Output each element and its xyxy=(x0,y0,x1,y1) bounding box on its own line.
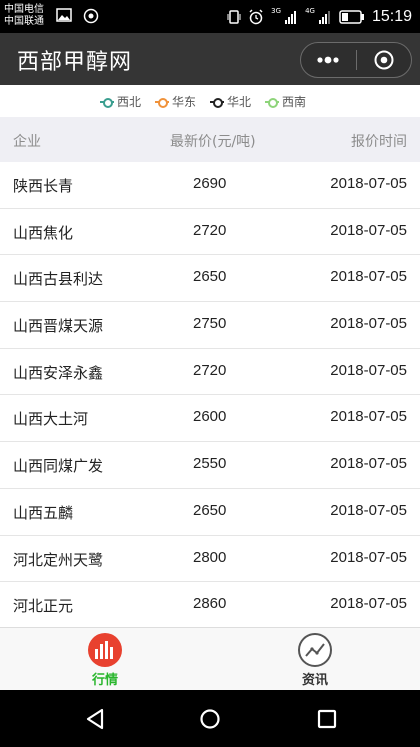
cell-time: 2018-07-05 xyxy=(330,548,407,566)
legend-item-northwest[interactable]: 西北 xyxy=(100,93,141,110)
table-row[interactable]: 山西五麟 2650 2018-07-05 xyxy=(0,489,420,536)
back-icon[interactable] xyxy=(84,708,106,730)
carrier-2: 中国联通 xyxy=(4,16,44,27)
table-row[interactable]: 山西安泽永鑫 2720 2018-07-05 xyxy=(0,349,420,396)
legend-marker-icon xyxy=(265,97,280,108)
legend-marker-icon xyxy=(155,97,170,108)
carrier-info: 中国电信 中国联通 xyxy=(4,4,44,28)
carrier-1: 中国电信 xyxy=(4,4,44,15)
table-row[interactable]: 山西焦化 2720 2018-07-05 xyxy=(0,209,420,256)
recents-icon[interactable] xyxy=(316,708,338,730)
table-row[interactable]: 陕西长青 2690 2018-07-05 xyxy=(0,162,420,209)
cell-company: 河北正元 xyxy=(13,597,74,616)
close-circle-icon xyxy=(374,50,394,70)
cell-time: 2018-07-05 xyxy=(330,221,407,239)
cell-company: 山西大土河 xyxy=(13,410,89,429)
trend-line-icon xyxy=(298,633,332,667)
status-bar: 中国电信 中国联通 3G 4G 15:19 xyxy=(0,0,420,33)
cell-time: 2018-07-05 xyxy=(330,455,407,473)
price-table[interactable]: 陕西长青 2690 2018-07-05 山西焦化 2720 2018-07-05 山西… xyxy=(0,162,420,627)
tab-news[interactable]: 资讯 xyxy=(275,633,355,688)
table-row[interactable]: 山西同煤广发 2550 2018-07-05 xyxy=(0,442,420,489)
legend-item-east[interactable]: 华东 xyxy=(155,93,196,110)
table-row[interactable]: 山西晋煤天源 2750 2018-07-05 xyxy=(0,302,420,349)
more-dots-icon xyxy=(317,56,339,64)
cell-price: 2750 xyxy=(193,315,227,333)
chart-legend: 西北 华东 华北 西南 xyxy=(0,85,420,117)
table-row[interactable]: 河北定州天鹭 2800 2018-07-05 xyxy=(0,536,420,583)
cell-time: 2018-07-05 xyxy=(330,315,407,333)
legend-marker-icon xyxy=(210,97,225,108)
table-row[interactable]: 山西大土河 2600 2018-07-05 xyxy=(0,395,420,443)
cell-price: 2800 xyxy=(193,548,227,566)
system-nav-bar xyxy=(0,690,420,747)
tab-market[interactable]: 行情 xyxy=(65,633,145,688)
tab-market-label: 行情 xyxy=(91,673,118,688)
cell-price: 2860 xyxy=(193,595,227,613)
page-title: 西部甲醇网 xyxy=(17,50,133,75)
cell-company: 山西安泽永鑫 xyxy=(13,363,104,382)
market-chart-icon xyxy=(88,633,122,667)
cell-price: 2550 xyxy=(193,455,227,473)
cell-company: 陕西长青 xyxy=(13,177,74,195)
table-row[interactable]: 河北正元 2860 2018-07-05 xyxy=(0,582,420,627)
cell-price: 2650 xyxy=(193,501,227,519)
image-icon xyxy=(56,8,72,22)
net-4g-label: 4G xyxy=(305,6,315,15)
header-time: 报价时间 xyxy=(351,134,407,150)
more-button[interactable] xyxy=(301,43,356,77)
cell-time: 2018-07-05 xyxy=(330,175,407,192)
legend-label: 西北 xyxy=(117,95,142,109)
legend-marker-icon xyxy=(100,97,114,108)
legend-label: 西南 xyxy=(282,95,307,109)
cell-price: 2600 xyxy=(193,408,227,426)
cell-time: 2018-07-05 xyxy=(330,408,407,426)
cell-price: 2720 xyxy=(193,221,227,239)
cell-company: 山西同煤广发 xyxy=(13,457,104,476)
legend-label: 华东 xyxy=(172,95,197,109)
cell-company: 河北定州天鹭 xyxy=(13,550,104,569)
cell-time: 2018-07-05 xyxy=(330,361,407,379)
vibrate-icon xyxy=(227,9,241,24)
cell-time: 2018-07-05 xyxy=(330,268,407,286)
home-icon[interactable] xyxy=(199,708,221,730)
tab-bar: 行情 资讯 xyxy=(0,627,420,690)
cell-company: 山西焦化 xyxy=(13,223,74,242)
net-3g-label: 3G xyxy=(271,6,282,15)
status-right: 3G 4G 15:19 xyxy=(227,0,412,33)
table-header: 企业 最新价(元/吨) 报价时间 xyxy=(0,117,420,162)
header-company: 企业 xyxy=(13,134,41,150)
legend-label: 华北 xyxy=(227,95,252,109)
cell-company: 山西晋煤天源 xyxy=(13,317,104,336)
wechat-notify-icon xyxy=(83,8,99,24)
cell-company: 山西古县利达 xyxy=(13,270,104,289)
cell-time: 2018-07-05 xyxy=(330,501,407,519)
cell-price: 2720 xyxy=(193,361,227,379)
battery-icon xyxy=(339,9,364,24)
cell-time: 2018-07-05 xyxy=(330,595,407,613)
table-row[interactable]: 山西古县利达 2650 2018-07-05 xyxy=(0,255,420,303)
cell-price: 2690 xyxy=(193,175,227,192)
alarm-icon xyxy=(249,8,263,24)
header-price: 最新价(元/吨) xyxy=(170,134,256,150)
cell-price: 2650 xyxy=(193,268,227,286)
legend-item-north[interactable]: 华北 xyxy=(210,93,251,110)
title-bar: 西部甲醇网 xyxy=(0,33,420,85)
close-button[interactable] xyxy=(356,43,411,77)
cell-company: 山西五麟 xyxy=(13,503,74,522)
tab-news-label: 资讯 xyxy=(301,673,328,688)
clock: 15:19 xyxy=(371,7,412,25)
miniprogram-capsule xyxy=(300,42,412,78)
signal-3g-icon xyxy=(285,10,297,24)
legend-item-southwest[interactable]: 西南 xyxy=(265,93,306,110)
signal-4g-icon xyxy=(318,10,330,24)
